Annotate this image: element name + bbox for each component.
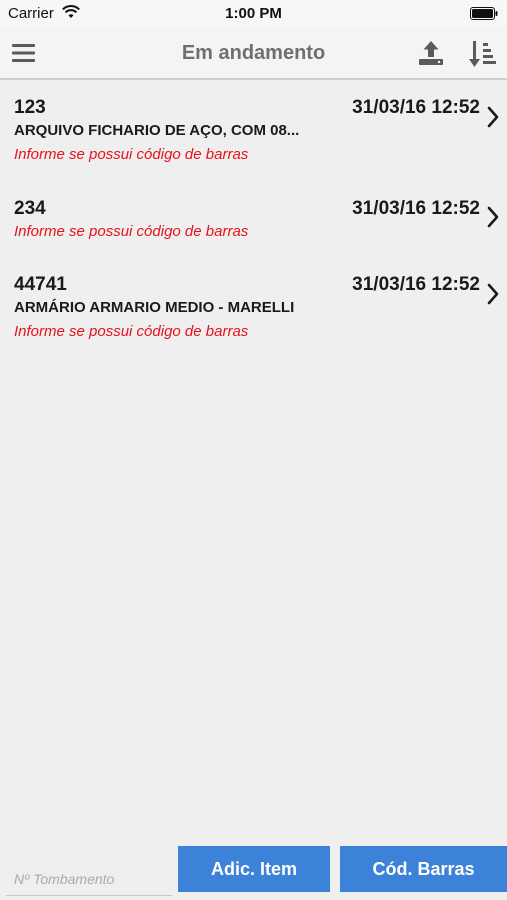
item-description: ARQUIVO FICHARIO DE AÇO, COM 08... — [14, 122, 300, 139]
item-code: 44741 — [14, 274, 67, 295]
add-item-button[interactable]: Adic. Item — [178, 846, 330, 892]
bottom-toolbar: Adic. Item Cód. Barras — [0, 840, 507, 900]
navigation-bar: Em andamento — [0, 28, 507, 80]
tombamento-input[interactable] — [6, 850, 172, 896]
item-code: 123 — [14, 97, 46, 118]
upload-icon[interactable] — [417, 39, 445, 67]
item-date: 31/03/16 12:52 — [352, 274, 480, 295]
item-description: ARMÁRIO ARMARIO MEDIO - MARELLI — [14, 299, 295, 316]
item-hint: Informe se possui código de barras — [14, 223, 249, 240]
list-item[interactable]: 123 31/03/16 12:52 ARQUIVO FICHARIO DE A… — [0, 82, 507, 182]
chevron-right-icon — [487, 206, 499, 228]
item-date: 31/03/16 12:52 — [352, 97, 480, 118]
list-item[interactable]: 44741 31/03/16 12:52 ARMÁRIO ARMARIO MED… — [0, 259, 507, 359]
status-bar: Carrier 1:00 PM — [0, 0, 507, 28]
sort-icon[interactable] — [468, 39, 496, 69]
item-hint: Informe se possui código de barras — [14, 146, 249, 163]
item-code: 234 — [14, 198, 46, 219]
barcode-button[interactable]: Cód. Barras — [340, 846, 507, 892]
status-time: 1:00 PM — [225, 5, 282, 22]
chevron-right-icon — [487, 106, 499, 128]
battery-icon — [470, 7, 498, 20]
item-date: 31/03/16 12:52 — [352, 198, 480, 219]
items-list: 123 31/03/16 12:52 ARQUIVO FICHARIO DE A… — [0, 82, 507, 359]
item-hint: Informe se possui código de barras — [14, 323, 249, 340]
chevron-right-icon — [487, 283, 499, 305]
list-item[interactable]: 234 31/03/16 12:52 Informe se possui cód… — [0, 182, 507, 259]
